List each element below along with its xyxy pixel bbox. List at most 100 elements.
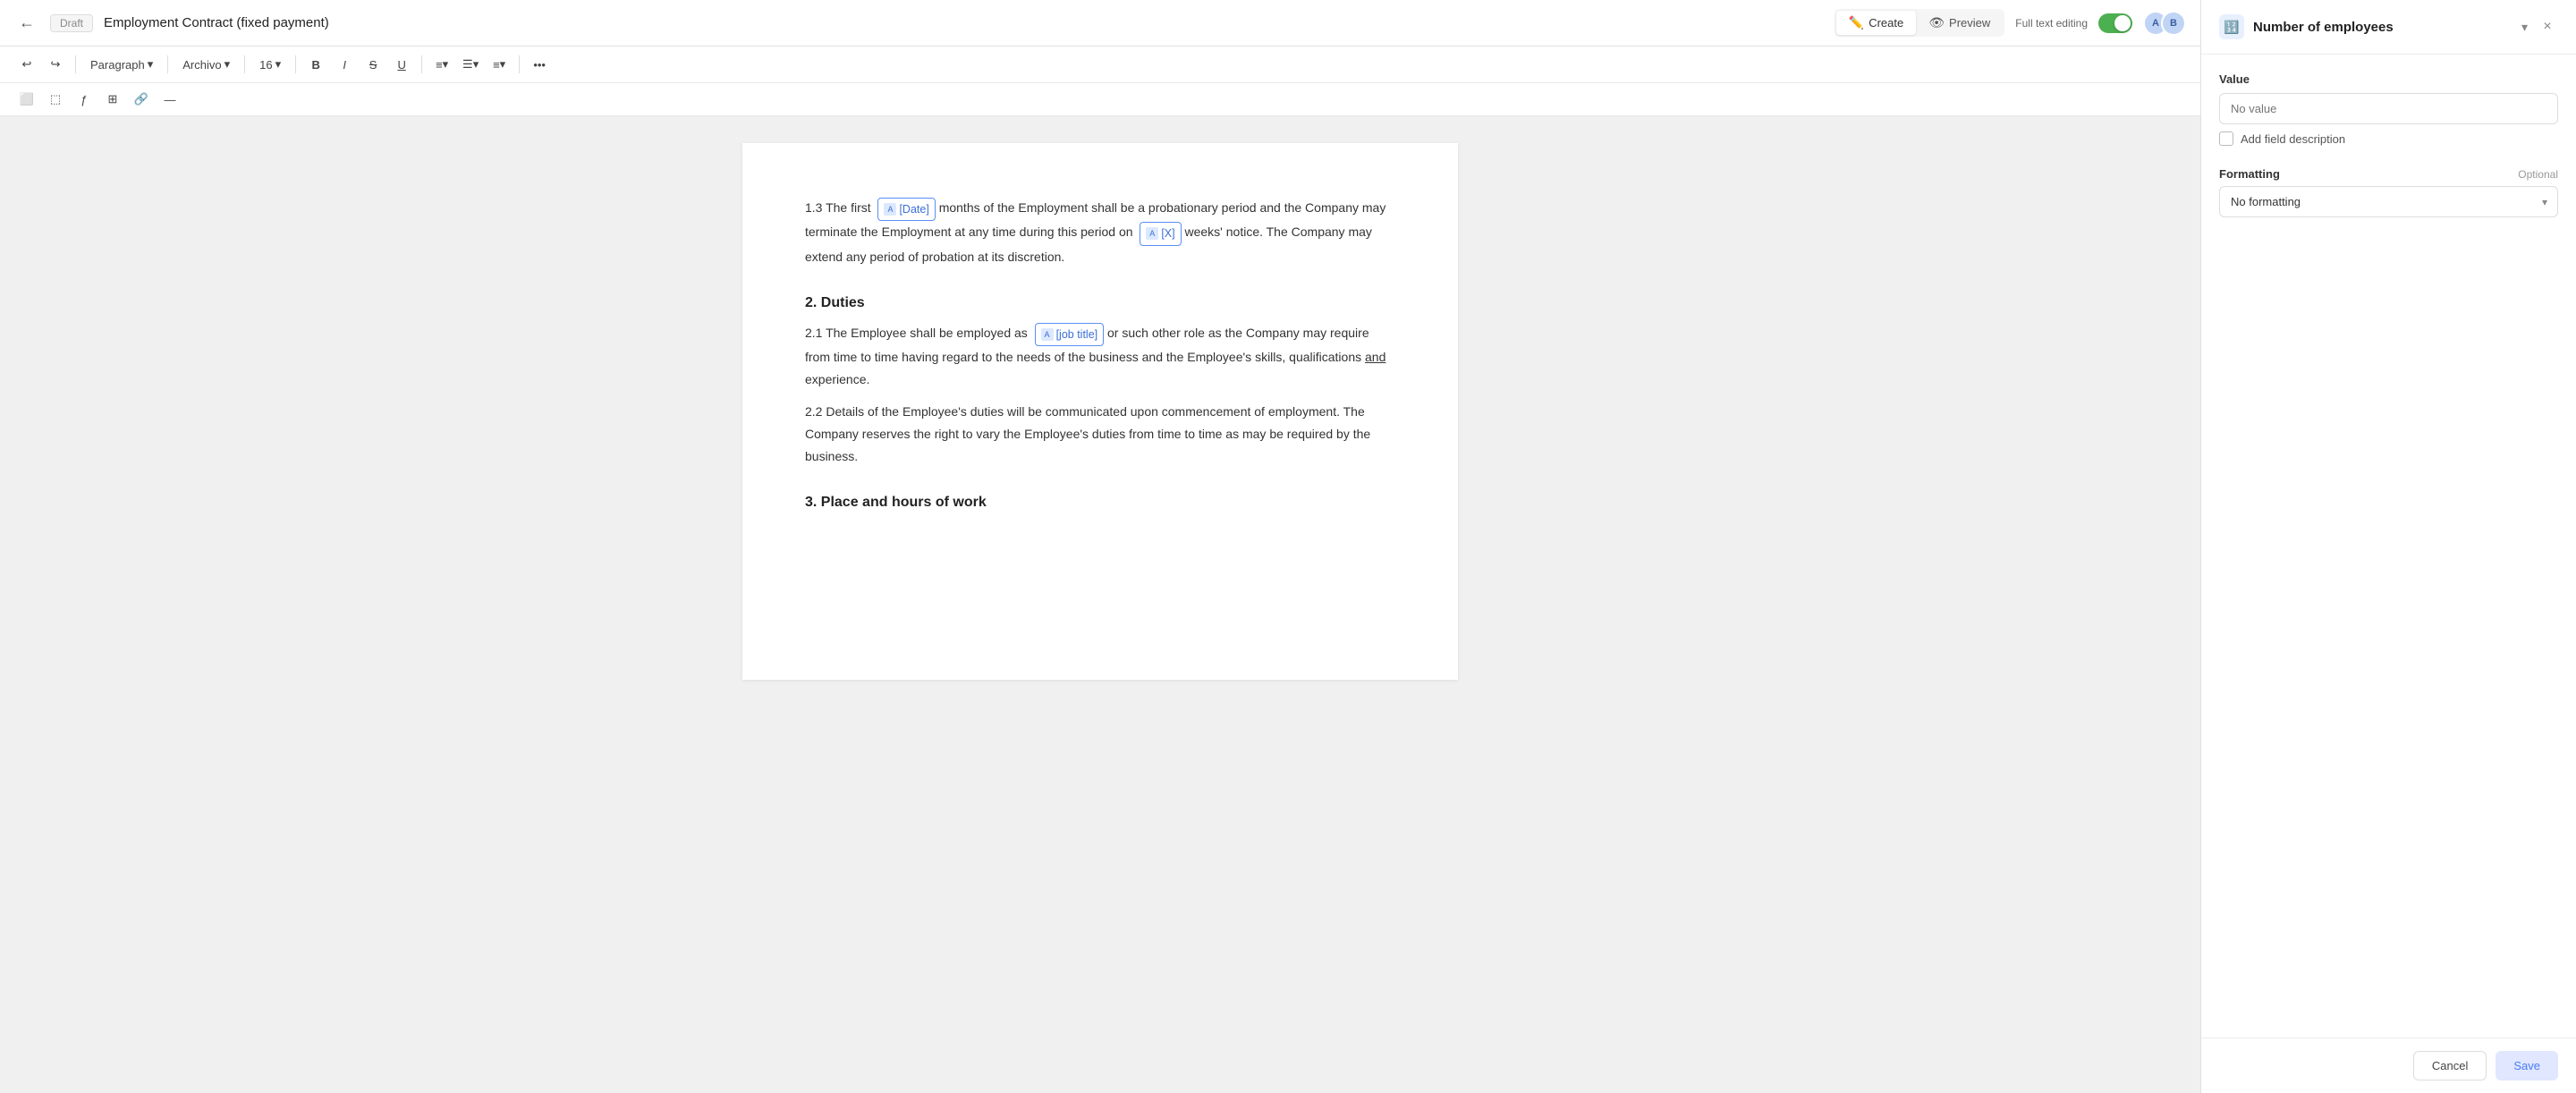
avatar-group: A B bbox=[2143, 11, 2186, 36]
panel-header: 🔢 Number of employees ▾ × bbox=[2201, 0, 2576, 55]
divider-line-icon: — bbox=[165, 93, 176, 106]
toolbar-divider-1 bbox=[75, 55, 76, 73]
toolbar2-icon1: ⬜ bbox=[20, 92, 34, 106]
back-icon: ← bbox=[19, 13, 35, 32]
align-button[interactable]: ≡ ▾ bbox=[429, 52, 454, 77]
formatting-label: Formatting bbox=[2219, 167, 2280, 181]
toolbar-row1: ↩ ↪ Paragraph ▾ Archivo ▾ 16 ▾ B I S bbox=[0, 47, 2200, 83]
date-tag-label: [Date] bbox=[899, 199, 928, 220]
tag-icon-jobtitle: A bbox=[1041, 328, 1054, 341]
formatting-header-row: Formatting Optional bbox=[2219, 167, 2558, 181]
full-text-toggle[interactable] bbox=[2098, 13, 2132, 33]
toolbar-divider-6 bbox=[519, 55, 520, 73]
description-checkbox[interactable] bbox=[2219, 131, 2233, 146]
redo-button[interactable]: ↪ bbox=[43, 52, 68, 77]
size-chevron-icon: ▾ bbox=[275, 57, 282, 72]
duties-para1: 2.1 The Employee shall be employed as A … bbox=[805, 322, 1395, 392]
toolbar2-btn3[interactable]: ƒ bbox=[72, 87, 97, 112]
value-section: Value Add field description bbox=[2219, 72, 2558, 146]
job-title-tag-label: [job title] bbox=[1056, 325, 1098, 345]
paragraph-select[interactable]: Paragraph ▾ bbox=[83, 55, 160, 74]
panel-title: Number of employees bbox=[2253, 20, 2512, 35]
ordered-list-icon: ≡ bbox=[493, 58, 500, 72]
italic-icon: I bbox=[343, 58, 346, 72]
toolbar-row2: ⬜ ⬚ ƒ ⊞ 🔗 — bbox=[0, 83, 2200, 116]
number-icon: 🔢 bbox=[2224, 20, 2239, 35]
paragraph-label: Paragraph bbox=[90, 58, 145, 72]
underline-button[interactable]: U bbox=[389, 52, 414, 77]
strikethrough-icon: S bbox=[369, 58, 377, 72]
more-button[interactable]: ••• bbox=[527, 52, 552, 77]
panel-body: Value Add field description Formatting O… bbox=[2201, 55, 2576, 1038]
save-button[interactable]: Save bbox=[2496, 1051, 2558, 1080]
tab-preview[interactable]: 👁 Preview bbox=[1916, 11, 2003, 35]
bold-icon: B bbox=[311, 58, 319, 72]
toolbar-divider-4 bbox=[295, 55, 296, 73]
avatar-2: B bbox=[2161, 11, 2186, 36]
toolbar2-icon2: ⬚ bbox=[50, 92, 61, 106]
toolbar2-btn1[interactable]: ⬜ bbox=[14, 87, 39, 112]
panel-chevron-icon[interactable]: ▾ bbox=[2521, 20, 2528, 35]
cancel-button[interactable]: Cancel bbox=[2413, 1051, 2487, 1080]
editor-page: 1.3 The first A [Date] months of the Emp… bbox=[742, 143, 1458, 680]
duties-para2: 2.2 Details of the Employee's duties wil… bbox=[805, 401, 1395, 469]
size-select[interactable]: 16 ▾ bbox=[252, 55, 288, 74]
description-checkbox-row: Add field description bbox=[2219, 131, 2558, 146]
font-chevron-icon: ▾ bbox=[225, 57, 231, 72]
draft-badge[interactable]: Draft bbox=[50, 14, 93, 32]
toolbar2-icon3: ƒ bbox=[80, 93, 87, 106]
font-select[interactable]: Archivo ▾ bbox=[175, 55, 237, 74]
tag-icon-x: A bbox=[1146, 227, 1158, 240]
tab-group: ✏️ Create 👁 Preview bbox=[1835, 9, 2005, 37]
toolbar-divider-3 bbox=[244, 55, 245, 73]
back-button[interactable]: ← bbox=[14, 11, 39, 36]
optional-label: Optional bbox=[2518, 168, 2558, 181]
description-checkbox-label: Add field description bbox=[2241, 132, 2345, 146]
date-field-tag[interactable]: A [Date] bbox=[877, 198, 935, 222]
section-probation-text: 1.3 The first A [Date] months of the Emp… bbox=[805, 197, 1395, 268]
strikethrough-button[interactable]: S bbox=[360, 52, 386, 77]
duties-heading: 2. Duties bbox=[805, 295, 1395, 311]
list-icon: ☰ bbox=[462, 57, 473, 72]
toolbar2-icon4: ⊞ bbox=[108, 92, 118, 106]
paragraph-chevron-icon: ▾ bbox=[148, 57, 154, 72]
x-field-tag[interactable]: A [X] bbox=[1140, 222, 1181, 246]
toolbar-divider-5 bbox=[421, 55, 422, 73]
toolbar2-btn6[interactable]: — bbox=[157, 87, 182, 112]
bold-button[interactable]: B bbox=[303, 52, 328, 77]
unordered-list-button[interactable]: ☰ ▾ bbox=[458, 52, 483, 77]
panel-close-button[interactable]: × bbox=[2537, 16, 2558, 38]
value-input[interactable] bbox=[2219, 93, 2558, 124]
link-icon: 🔗 bbox=[134, 92, 148, 106]
panel-footer: Cancel Save bbox=[2201, 1038, 2576, 1093]
toolbar2-btn4[interactable]: ⊞ bbox=[100, 87, 125, 112]
x-tag-label: [X] bbox=[1161, 224, 1174, 244]
tab-create[interactable]: ✏️ Create bbox=[1836, 11, 1916, 35]
formatting-select[interactable]: No formatting bbox=[2219, 186, 2558, 217]
undo-button[interactable]: ↩ bbox=[14, 52, 39, 77]
underline-icon: U bbox=[397, 58, 405, 72]
tag-icon-date: A bbox=[884, 203, 896, 216]
align-icon: ≡ bbox=[436, 58, 443, 72]
formatting-section: Formatting Optional No formatting bbox=[2219, 167, 2558, 217]
tab-create-label: Create bbox=[1868, 16, 1903, 30]
document-title: Employment Contract (fixed payment) bbox=[104, 15, 1824, 30]
job-title-field-tag[interactable]: A [job title] bbox=[1035, 323, 1105, 347]
ordered-list-button[interactable]: ≡ ▾ bbox=[487, 52, 512, 77]
place-heading: 3. Place and hours of work bbox=[805, 495, 1395, 511]
ordered-list-chevron-icon: ▾ bbox=[500, 57, 506, 72]
italic-button[interactable]: I bbox=[332, 52, 357, 77]
right-panel: 🔢 Number of employees ▾ × Value Add fiel… bbox=[2200, 0, 2576, 1093]
create-icon: ✏️ bbox=[1849, 15, 1864, 30]
formatting-select-wrapper: No formatting bbox=[2219, 186, 2558, 217]
toolbar2-btn2[interactable]: ⬚ bbox=[43, 87, 68, 112]
align-chevron-icon: ▾ bbox=[443, 57, 449, 72]
toolbar2-btn5[interactable]: 🔗 bbox=[129, 87, 154, 112]
redo-icon: ↪ bbox=[51, 57, 61, 72]
editor-content: 1.3 The first A [Date] months of the Emp… bbox=[0, 116, 2200, 1093]
value-label: Value bbox=[2219, 72, 2558, 86]
size-label: 16 bbox=[259, 58, 272, 72]
top-bar: ← Draft Employment Contract (fixed payme… bbox=[0, 0, 2200, 47]
more-icon: ••• bbox=[533, 58, 546, 72]
toolbar-divider-2 bbox=[167, 55, 168, 73]
